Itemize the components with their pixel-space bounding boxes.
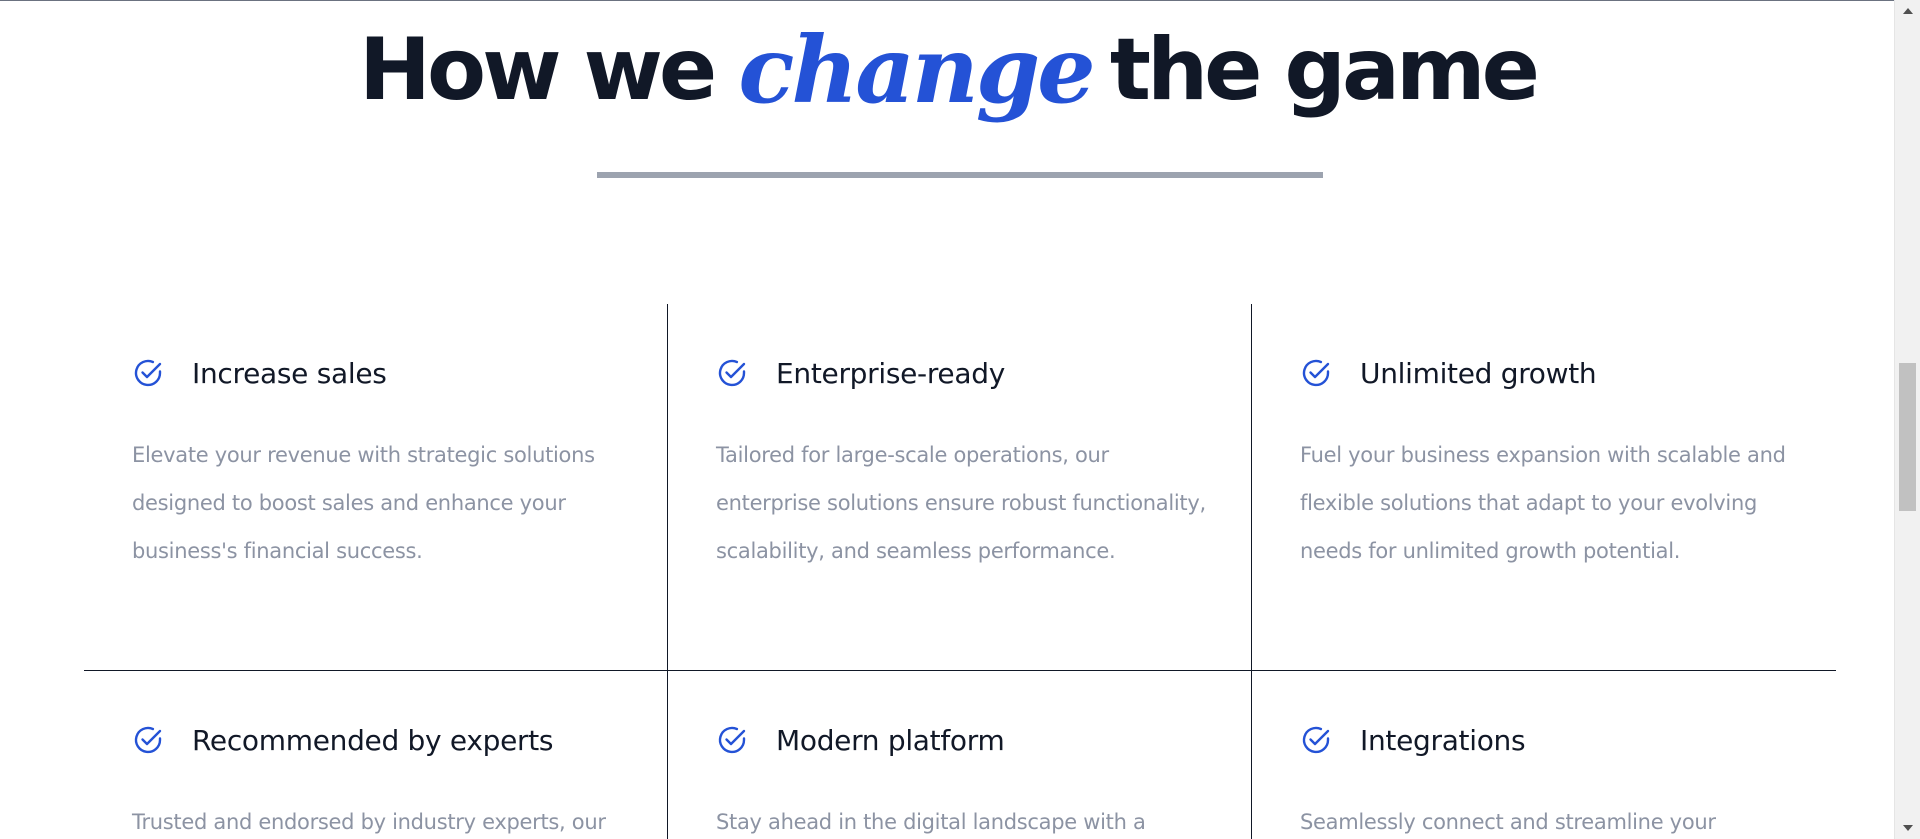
feature-title: Unlimited growth <box>1360 356 1597 390</box>
check-circle-icon <box>1300 357 1332 389</box>
page: How we change the game Increase sales El… <box>0 0 1920 839</box>
heading-text-after: the game <box>1109 20 1540 120</box>
feature-description: Seamlessly connect and streamline your <box>1300 810 1716 834</box>
scroll-down-arrow-icon[interactable] <box>1903 825 1913 831</box>
feature-title: Modern platform <box>776 723 1005 757</box>
check-circle-icon <box>132 357 164 389</box>
heading-underline <box>597 172 1323 178</box>
vertical-scrollbar[interactable] <box>1894 0 1920 839</box>
scrollbar-thumb[interactable] <box>1899 363 1916 511</box>
heading-accent-word: change <box>738 16 1095 124</box>
feature-title: Integrations <box>1360 723 1526 757</box>
feature-title: Recommended by experts <box>192 723 554 757</box>
feature-title: Enterprise-ready <box>776 356 1005 390</box>
grid-divider-vertical-2 <box>1251 304 1252 839</box>
feature-card-header: Enterprise-ready <box>716 355 1005 391</box>
feature-card-header: Recommended by experts <box>132 722 553 758</box>
feature-card-header: Increase sales <box>132 355 387 391</box>
feature-card-header: Unlimited growth <box>1300 355 1597 391</box>
section-heading: How we change the game <box>0 2 1895 142</box>
feature-title: Increase sales <box>192 356 387 390</box>
check-circle-icon <box>132 724 164 756</box>
top-border <box>0 0 1895 1</box>
check-circle-icon <box>1300 724 1332 756</box>
feature-description: Elevate your revenue with strategic solu… <box>132 443 595 563</box>
feature-card-header: Modern platform <box>716 722 1005 758</box>
heading-text-before: How we <box>359 20 717 120</box>
check-circle-icon <box>716 724 748 756</box>
feature-description: Trusted and endorsed by industry experts… <box>132 810 606 834</box>
scroll-up-arrow-icon[interactable] <box>1903 8 1913 14</box>
feature-description: Fuel your business expansion with scalab… <box>1300 443 1786 563</box>
check-circle-icon <box>716 357 748 389</box>
grid-divider-horizontal <box>84 670 1836 671</box>
feature-card-header: Integrations <box>1300 722 1526 758</box>
grid-divider-vertical-1 <box>667 304 668 839</box>
feature-description: Stay ahead in the digital landscape with… <box>716 810 1146 834</box>
feature-description: Tailored for large-scale operations, our… <box>716 443 1206 563</box>
